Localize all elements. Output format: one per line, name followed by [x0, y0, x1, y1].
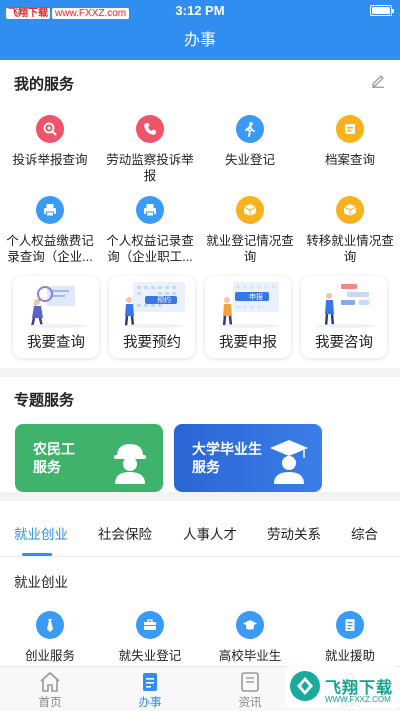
services-row-2: 个人权益缴费记录查询（企业... 个人权益记录查询（企业职工... 就业登记情况…	[0, 196, 400, 265]
clipboard-icon	[143, 673, 157, 691]
service-label: 就业登记情况查询	[206, 234, 294, 264]
edit-icon[interactable]	[370, 72, 386, 88]
appointment-illustration-icon	[124, 282, 185, 328]
appointment-tag: 预约	[157, 297, 171, 304]
service-label: 劳动监察投诉举报	[106, 153, 194, 183]
service-complaint-query[interactable]: 投诉举报查询	[0, 115, 100, 184]
tile-appointment[interactable]: 预约 我要预约	[109, 276, 195, 358]
service-label: 创业服务	[24, 649, 75, 663]
graduate-cap-icon	[270, 440, 308, 484]
home-icon	[40, 671, 60, 692]
tab-general[interactable]: 综合	[351, 523, 378, 543]
declare-illustration-icon	[220, 282, 280, 328]
archive-icon	[336, 115, 364, 143]
active-tab-indicator	[22, 553, 52, 556]
section-title-topics: 专题服务	[14, 392, 75, 409]
watermark-logo: 飞翔下载 WWW.FXXZ.COM	[285, 660, 400, 711]
service-label: 失业登记	[224, 153, 275, 167]
service-label: 个人权益缴费记录查询（企业...	[6, 234, 94, 264]
service-label: 投诉举报查询	[12, 153, 88, 167]
service-unemployment-registration[interactable]: 失业登记	[200, 115, 300, 184]
consult-illustration-icon	[316, 284, 376, 328]
service-personal-payment-record[interactable]: 个人权益缴费记录查询（企业...	[0, 196, 100, 265]
quick-action-tiles: 我要查询 预约 我要预约 申报 我要申报 我要咨询	[0, 276, 400, 358]
worker-helmet-icon	[114, 444, 146, 484]
topic-college-graduates[interactable]: 大学毕业生 服务	[174, 424, 322, 492]
printer-icon	[36, 196, 64, 224]
status-time: 3:12 PM	[175, 3, 225, 18]
tile-consult[interactable]: 我要咨询	[301, 276, 387, 358]
search-complaint-icon	[36, 115, 64, 143]
service-label: 个人权益记录查询（企业职工...	[106, 234, 194, 264]
walking-person-icon	[236, 115, 264, 143]
tile-query[interactable]: 我要查询	[13, 276, 99, 358]
service-label: 就失业登记	[118, 649, 182, 663]
tile-label: 我要查询	[27, 335, 85, 351]
services-row-1: 投诉举报查询 劳动监察投诉举报 失业登记 档案查询	[0, 115, 400, 184]
tile-label: 我要预约	[123, 335, 181, 351]
service-personal-rights-record[interactable]: 个人权益记录查询（企业职工...	[100, 196, 200, 265]
category-section: 就业创业 社会保险 人事人才 劳动关系 综合 就业创业 创业服务 就失业登记 高…	[0, 501, 400, 666]
service-employment-assistance[interactable]: 就业援助	[300, 611, 400, 664]
service-labor-supervision[interactable]: 劳动监察投诉举报	[100, 115, 200, 184]
briefcase-icon	[136, 611, 164, 639]
service-college-graduates[interactable]: 高校毕业生	[200, 611, 300, 664]
service-employment-unemployment-registration[interactable]: 就失业登记	[100, 611, 200, 664]
topic-label: 农民工 服务	[33, 441, 75, 475]
service-archive-query[interactable]: 档案查询	[300, 115, 400, 184]
section-title-my-services: 我的服务	[14, 76, 75, 93]
service-entrepreneurship[interactable]: 创业服务	[0, 611, 100, 664]
service-transfer-employment-query[interactable]: 转移就业情况查询	[300, 196, 400, 265]
tab-employment[interactable]: 就业创业	[14, 523, 68, 543]
tie-icon	[36, 611, 64, 639]
nav-label: 办事	[138, 697, 162, 709]
nav-label: 首页	[38, 697, 62, 709]
tab-labor-relations[interactable]: 劳动关系	[267, 523, 321, 543]
tab-personnel[interactable]: 人事人才	[183, 523, 237, 543]
employment-services-row: 创业服务 就失业登记 高校毕业生 就业援助	[0, 611, 400, 664]
query-illustration-icon	[28, 286, 88, 328]
topic-migrant-workers[interactable]: 农民工 服务	[15, 424, 163, 492]
battery-icon	[370, 5, 394, 16]
phone-icon	[136, 115, 164, 143]
watermark-url: WWW.FXXZ.COM	[325, 695, 391, 704]
topic-label: 大学毕业生 服务	[192, 441, 262, 475]
printer-icon	[136, 196, 164, 224]
news-icon	[241, 672, 259, 692]
service-label: 档案查询	[324, 153, 375, 167]
cube-icon	[336, 196, 364, 224]
category-tabs: 就业创业 社会保险 人事人才 劳动关系 综合	[0, 501, 400, 557]
tile-label: 我要咨询	[315, 335, 373, 351]
topic-services-card: 专题服务 农民工 服务 大学毕业生 服务	[0, 377, 400, 492]
page-title: 办事	[0, 22, 400, 60]
my-services-card: 我的服务 投诉举报查询 劳动监察投诉举报 失业登记 档案查询 个人权益缴费记录查…	[0, 60, 400, 368]
nav-services[interactable]: 办事	[100, 667, 200, 711]
tile-label: 我要申报	[219, 335, 277, 351]
graduation-cap-icon	[236, 611, 264, 639]
status-bar: 飞翔下载 www.FXXZ.com 3:12 PM	[0, 0, 400, 22]
cube-icon	[236, 196, 264, 224]
document-icon	[336, 611, 364, 639]
tab-social-insurance[interactable]: 社会保险	[98, 523, 152, 543]
tile-declare[interactable]: 申报 我要申报	[205, 276, 291, 358]
service-label: 转移就业情况查询	[306, 234, 394, 264]
nav-home[interactable]: 首页	[0, 667, 100, 711]
declare-tag: 申报	[249, 294, 263, 301]
service-employment-registration-query[interactable]: 就业登记情况查询	[200, 196, 300, 265]
category-subtitle: 就业创业	[14, 575, 68, 590]
